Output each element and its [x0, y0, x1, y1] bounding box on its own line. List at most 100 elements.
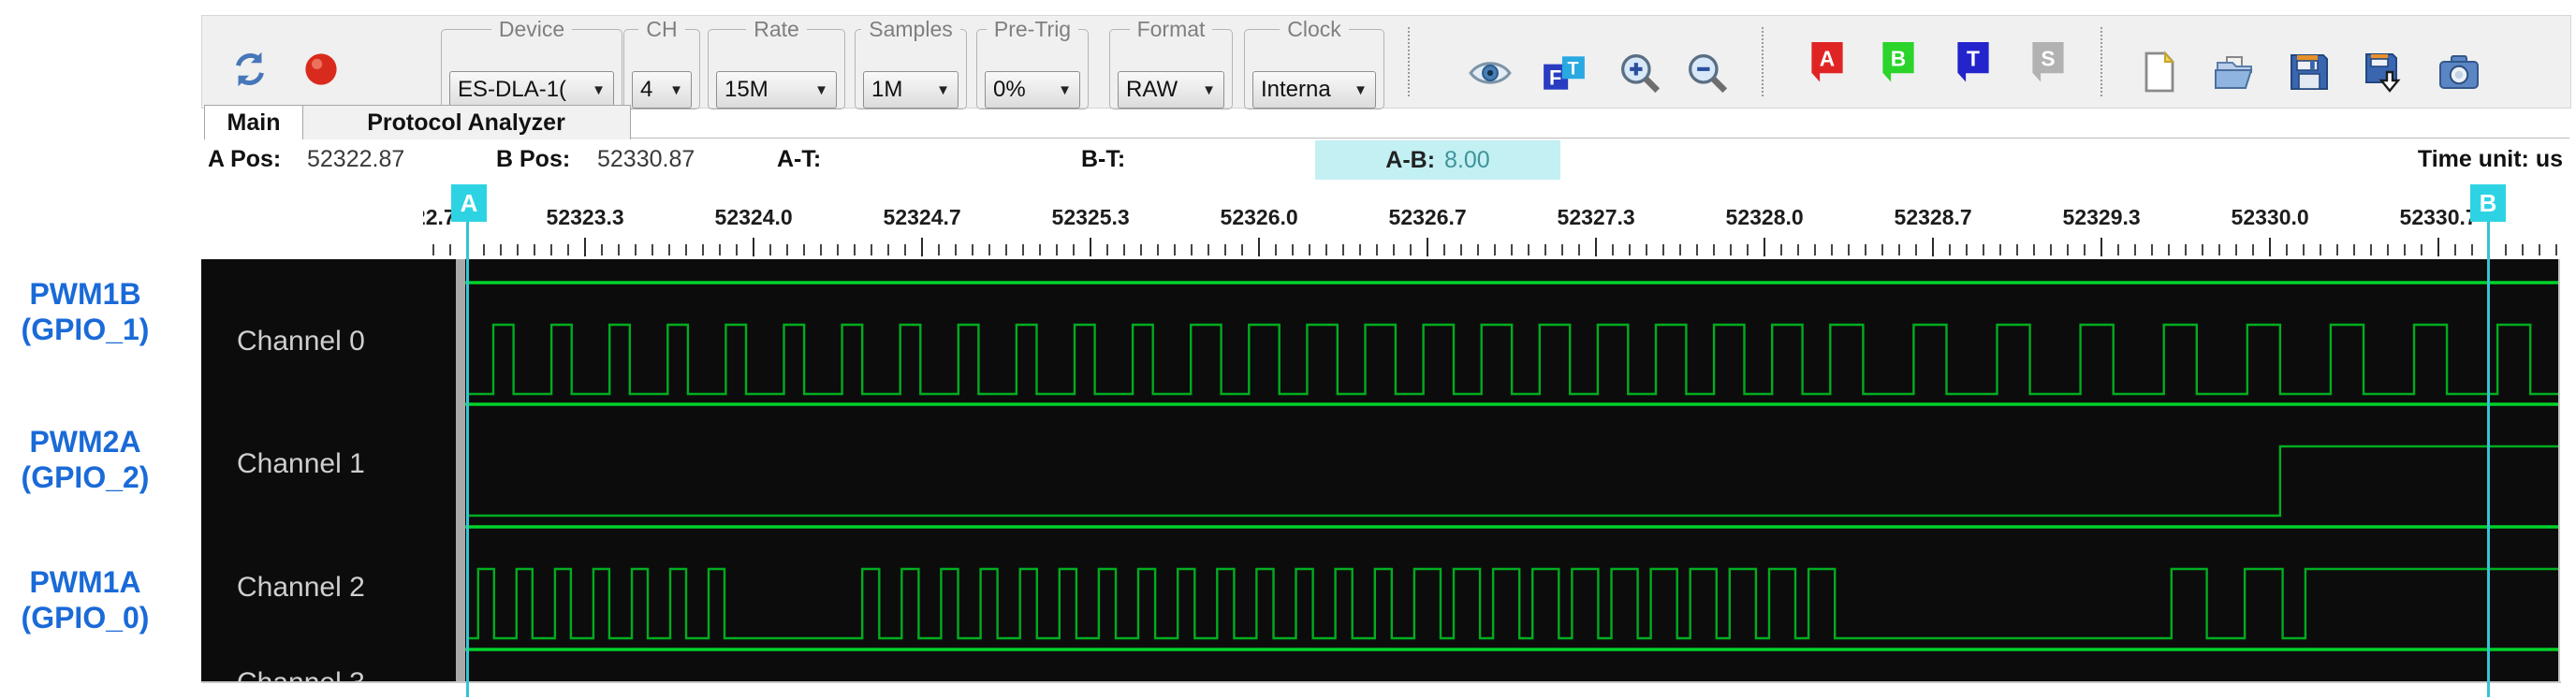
zoom-in-button[interactable] [1617, 50, 1663, 96]
svg-text:B: B [1891, 46, 1906, 70]
ruler-major-tick [2100, 238, 2103, 256]
ruler-tick-label: 52323.3 [546, 205, 624, 229]
cursor-s-flag-button[interactable]: S [2028, 40, 2068, 83]
samples-dropdown[interactable]: 1M ▼ [863, 71, 959, 109]
refresh-device-button[interactable] [228, 48, 271, 91]
screenshot-camera-button[interactable] [2437, 50, 2481, 95]
ruler-minor-tick [2235, 244, 2238, 255]
ruler-minor-tick [1966, 244, 1969, 255]
chevron-down-icon: ▼ [814, 81, 828, 98]
ruler-minor-tick [736, 244, 739, 255]
timeline-ruler[interactable]: 52322.752323.352324.052324.752325.352326… [423, 201, 2565, 259]
pretrig-dropdown[interactable]: 0% ▼ [985, 71, 1080, 109]
ruler-minor-tick [1662, 244, 1665, 255]
ruler-minor-tick [2033, 244, 2036, 255]
ruler-minor-tick [483, 244, 486, 255]
ruler-minor-tick [1831, 244, 1834, 255]
ruler-minor-tick [1511, 244, 1514, 255]
ruler-minor-tick [1359, 244, 1362, 255]
cursor-b-line[interactable] [2487, 219, 2490, 697]
ruler-minor-tick [1949, 244, 1952, 255]
ruler-major-tick [1258, 238, 1261, 256]
ruler-minor-tick [2218, 244, 2221, 255]
tab-main[interactable]: Main [204, 105, 303, 139]
ruler-tick-label: 52330.0 [2231, 205, 2309, 229]
channel-name-0[interactable]: Channel 0 [237, 326, 365, 357]
ruler-tick-label: 52324.0 [714, 205, 793, 229]
chevron-down-icon: ▼ [1058, 81, 1072, 98]
toolbar-separator [1408, 27, 1410, 96]
channel-name-1[interactable]: Channel 1 [237, 448, 365, 480]
cursor-b-handle[interactable]: B [2470, 184, 2506, 222]
panel-right-border [2558, 259, 2560, 681]
trigger-t-flag-button[interactable]: T [1954, 40, 1993, 83]
ruler-minor-tick [769, 244, 772, 255]
channel-name-3[interactable]: Channel 3 [237, 667, 365, 681]
ruler-tick-label: 52325.3 [1051, 205, 1130, 229]
ruler-major-tick [921, 238, 924, 256]
chevron-down-icon: ▼ [936, 81, 950, 98]
ch-dropdown-value: 4 [640, 77, 653, 102]
ruler-minor-tick [1039, 244, 1042, 255]
record-button[interactable] [301, 50, 341, 89]
device-dropdown[interactable]: ES-DLA-1(▼ [449, 71, 614, 109]
ruler-minor-tick [1814, 244, 1817, 255]
rate-dropdown[interactable]: 15M ▼ [716, 71, 837, 109]
ruler-minor-tick [2202, 244, 2204, 255]
cursor-b-flag-button[interactable]: B [1879, 40, 1918, 83]
ruler-minor-tick [1460, 244, 1463, 255]
open-file-button[interactable] [2212, 50, 2257, 95]
ruler-minor-tick [1561, 244, 1564, 255]
svg-text:T: T [1967, 46, 1980, 70]
clock-dropdown-value: Interna [1261, 77, 1331, 102]
ruler-major-tick [1427, 238, 1429, 256]
ruler-minor-tick [2303, 244, 2305, 255]
ruler-minor-tick [1410, 244, 1412, 255]
ruler-minor-tick [601, 244, 604, 255]
waveform-trace-channel-1 [468, 445, 2558, 518]
ruler-minor-tick [2370, 244, 2373, 255]
signal-pin: (GPIO_1) [21, 313, 150, 346]
clock-dropdown[interactable]: Interna ▼ [1252, 71, 1376, 109]
pretrig-group: Pre-Trig 0% ▼ [976, 17, 1089, 109]
new-file-button[interactable] [2137, 50, 2182, 95]
channel-name-2[interactable]: Channel 2 [237, 572, 365, 604]
signal-name: PWM2A [29, 425, 141, 459]
eye-button[interactable] [1467, 50, 1514, 96]
cursor-a-handle[interactable]: A [451, 184, 487, 222]
b-pos-label: B Pos: [496, 146, 571, 172]
format-dropdown[interactable]: RAW ▼ [1118, 71, 1224, 109]
ruler-minor-tick [2134, 244, 2137, 255]
ruler-minor-tick [2336, 244, 2339, 255]
ruler-minor-tick [955, 244, 958, 255]
format-group-label: Format [1110, 17, 1232, 42]
tab-protocol-analyzer[interactable]: Protocol Analyzer [301, 105, 631, 139]
cursor-a-flag-button[interactable]: A [1808, 40, 1847, 83]
signal-pin: (GPIO_0) [21, 601, 150, 634]
zoom-out-button[interactable] [1684, 50, 1731, 96]
ruler-minor-tick [988, 244, 991, 255]
ruler-minor-tick [1612, 244, 1615, 255]
waveform-panel[interactable] [465, 259, 2558, 681]
ruler-minor-tick [1443, 244, 1446, 255]
panel-bottom-border [201, 681, 2561, 683]
cursor-a-line[interactable] [466, 219, 469, 697]
ch-dropdown[interactable]: 4 ▼ [632, 71, 692, 109]
save-as-button[interactable] [2362, 50, 2407, 95]
ruler-major-tick [1090, 238, 1092, 256]
ruler-minor-tick [500, 244, 503, 255]
ruler-tick-label: 52329.3 [2062, 205, 2141, 229]
samples-group-label: Samples [856, 17, 966, 42]
panel-divider[interactable] [456, 259, 465, 681]
ruler-tick-label: 52327.3 [1557, 205, 1635, 229]
save-file-button[interactable] [2287, 50, 2332, 95]
ruler-minor-tick [1646, 244, 1648, 255]
ruler-minor-tick [1494, 244, 1497, 255]
frequency-time-toggle-button[interactable]: FT [1541, 50, 1588, 96]
ruler-minor-tick [1528, 244, 1530, 255]
pretrig-dropdown-value: 0% [993, 77, 1026, 102]
pretrig-group-label: Pre-Trig [977, 17, 1088, 42]
ruler-minor-tick [1325, 244, 1328, 255]
ruler-minor-tick [1106, 244, 1109, 255]
ruler-minor-tick [1881, 244, 1884, 255]
